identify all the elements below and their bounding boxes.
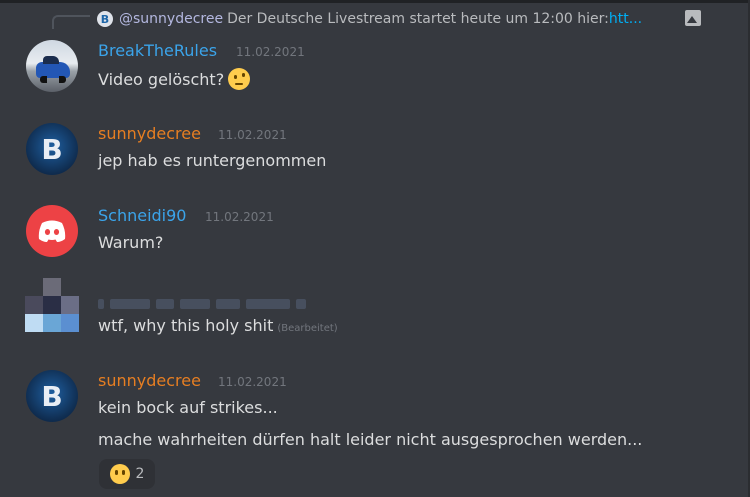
author-name[interactable]: BreakTheRules — [98, 41, 217, 60]
discord-logo-icon — [38, 220, 66, 242]
pixel — [43, 278, 61, 296]
message-text: wtf, why this holy shit (Bearbeitet) — [98, 316, 338, 335]
avatar-breaktherules[interactable] — [26, 40, 78, 92]
message-text: Video gelöscht? — [98, 68, 251, 90]
face-without-mouth-icon — [109, 464, 130, 484]
timestamp: 11.02.2021 — [205, 210, 274, 224]
reaction-button[interactable]: 2 — [99, 459, 155, 489]
author-name[interactable]: Schneidi90 — [98, 206, 186, 225]
avatar-sunnydecree[interactable]: B — [26, 370, 78, 422]
pixel — [25, 278, 43, 296]
reply-link[interactable]: htt... — [609, 11, 642, 27]
image-icon — [685, 10, 701, 26]
reply-preview[interactable]: B @sunnydecree Der Deutsche Livestream s… — [97, 9, 747, 29]
message-text: Warum? — [98, 233, 164, 252]
thinking-face-icon — [228, 68, 251, 90]
pixel — [43, 296, 61, 314]
pixel — [43, 314, 61, 332]
pixel — [25, 296, 43, 314]
reply-author[interactable]: @sunnydecree — [119, 11, 223, 27]
edited-label: (Bearbeitet) — [277, 323, 338, 334]
timestamp: 11.02.2021 — [236, 45, 305, 59]
top-border — [0, 0, 750, 3]
pixel — [25, 314, 43, 332]
avatar-schneidi90[interactable] — [26, 205, 78, 257]
avatar-sunnydecree[interactable]: B — [26, 123, 78, 175]
author-name[interactable]: sunnydecree — [98, 371, 201, 390]
message-text: mache wahrheiten dürfen halt leider nich… — [98, 430, 643, 449]
author-name[interactable]: sunnydecree — [98, 124, 201, 143]
pixel — [61, 314, 79, 332]
message-text: kein bock auf strikes... — [98, 398, 278, 417]
reply-avatar: B — [97, 11, 113, 27]
reaction-count: 2 — [135, 466, 145, 482]
timestamp: 11.02.2021 — [218, 128, 287, 142]
avatar-pixelated[interactable] — [25, 278, 79, 332]
timestamp: 11.02.2021 — [218, 375, 287, 389]
reply-connector — [52, 15, 90, 29]
blurred-author — [98, 296, 318, 312]
message-text: jep hab es runtergenommen — [98, 151, 327, 170]
pixel — [61, 278, 79, 296]
pixel — [61, 296, 79, 314]
reply-text: Der Deutsche Livestream startet heute um… — [227, 11, 609, 27]
